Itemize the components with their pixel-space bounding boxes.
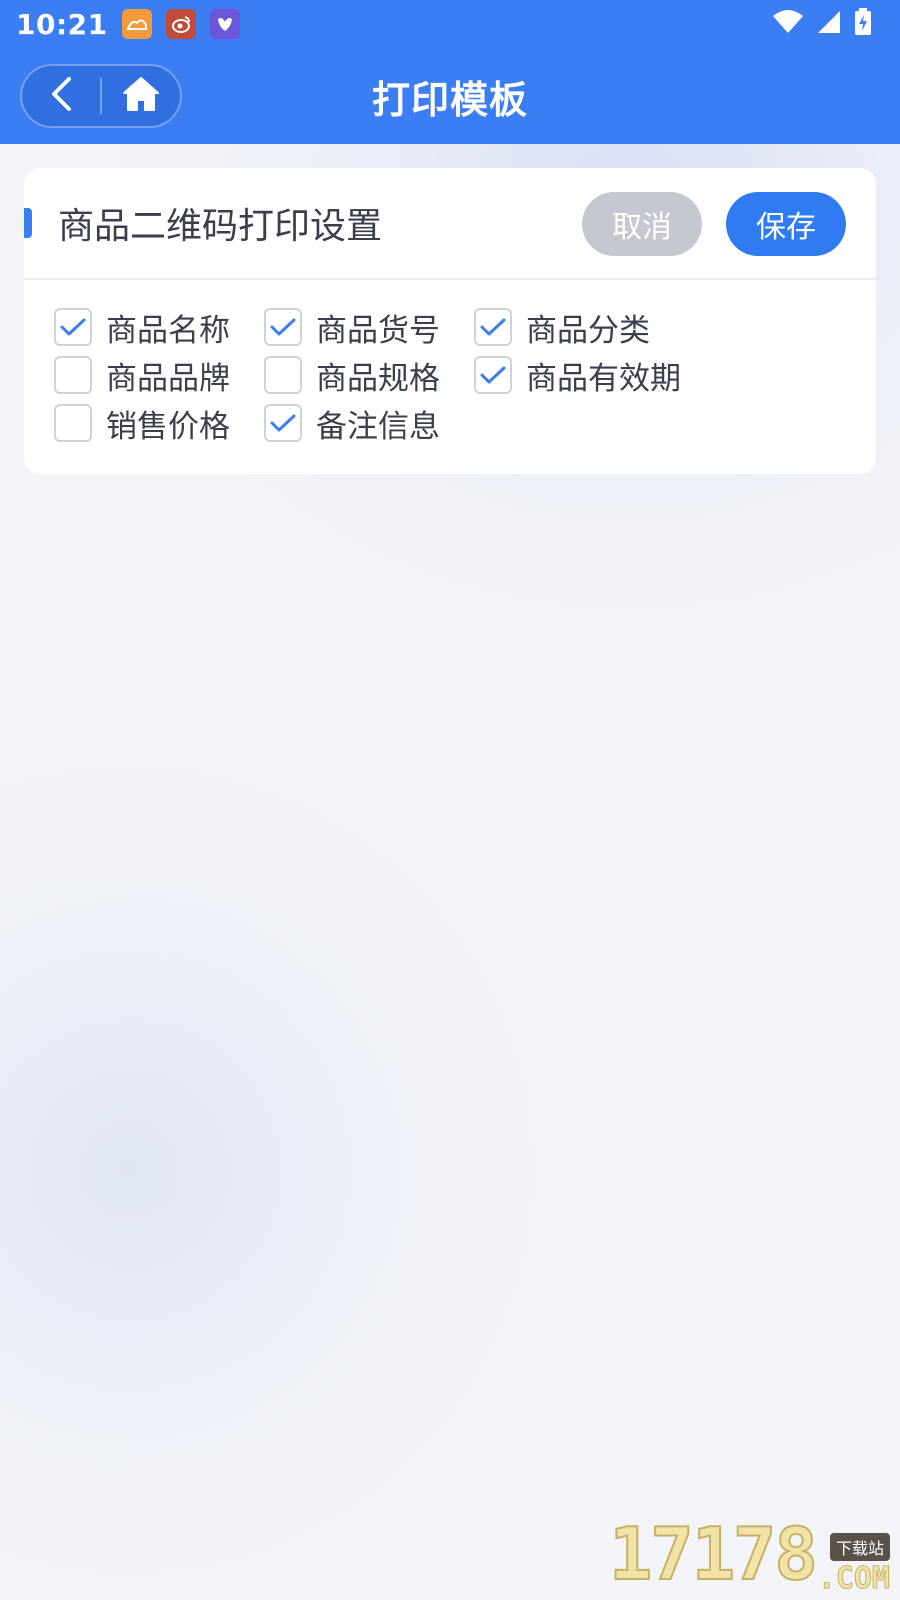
checkbox[interactable] — [264, 356, 302, 394]
checkbox[interactable] — [474, 308, 512, 346]
watermark-suffix: .COM — [817, 1561, 890, 1597]
watermark-tag: 下载站 — [829, 1533, 890, 1561]
weibo-icon — [165, 9, 196, 39]
option-label: 商品货号 — [316, 312, 440, 349]
option-label: 商品名称 — [106, 312, 230, 349]
option-item[interactable]: 备注信息 — [264, 404, 474, 445]
check-icon — [480, 318, 506, 336]
option-label: 商品有效期 — [526, 360, 681, 397]
option-label: 备注信息 — [316, 408, 440, 445]
title-accent-bar — [24, 208, 32, 238]
checkbox[interactable] — [54, 404, 92, 442]
notification-icons — [121, 9, 240, 39]
print-settings-card: 商品二维码打印设置 取消 保存 商品名称 商品货号 商品分类 商品品牌 商品规格… — [24, 168, 876, 474]
status-time: 10:21 — [16, 7, 108, 41]
nav-capsule — [20, 64, 182, 128]
check-icon — [60, 318, 86, 336]
card-header: 商品二维码打印设置 取消 保存 — [24, 168, 876, 280]
option-label: 商品规格 — [316, 360, 440, 397]
signal-icon — [816, 9, 842, 39]
check-icon — [480, 366, 506, 384]
watermark-number: 17178 — [608, 1511, 819, 1597]
home-icon — [122, 76, 160, 116]
title-bar: 打印模板 — [0, 48, 900, 144]
option-label: 销售价格 — [106, 408, 230, 445]
option-item[interactable]: 商品分类 — [474, 308, 714, 349]
checkbox[interactable] — [54, 356, 92, 394]
option-label: 商品分类 — [526, 312, 650, 349]
home-button[interactable] — [102, 66, 180, 126]
option-item[interactable]: 商品有效期 — [474, 356, 714, 397]
checkbox[interactable] — [264, 308, 302, 346]
system-icons — [772, 8, 872, 40]
battery-charging-icon — [854, 8, 872, 40]
check-icon — [270, 414, 296, 432]
option-item[interactable]: 销售价格 — [54, 404, 264, 445]
option-item[interactable]: 商品品牌 — [54, 356, 264, 397]
option-item[interactable]: 商品规格 — [264, 356, 474, 397]
checkbox[interactable] — [264, 404, 302, 442]
back-icon — [49, 76, 73, 116]
status-bar: 10:21 — [0, 0, 900, 48]
option-label: 商品品牌 — [106, 360, 230, 397]
checkbox[interactable] — [54, 308, 92, 346]
field-options: 商品名称 商品货号 商品分类 商品品牌 商品规格 商品有效期 销售价格 备注信息 — [54, 308, 714, 445]
back-button[interactable] — [22, 66, 100, 126]
pigeon-app-icon — [209, 9, 240, 39]
check-icon — [270, 318, 296, 336]
save-button[interactable]: 保存 — [726, 192, 846, 256]
option-item[interactable]: 商品货号 — [264, 308, 474, 349]
wifi-icon — [772, 9, 804, 39]
cancel-button[interactable]: 取消 — [582, 192, 702, 256]
option-item[interactable]: 商品名称 — [54, 308, 264, 349]
checkbox[interactable] — [474, 356, 512, 394]
card-title: 商品二维码打印设置 — [58, 206, 383, 247]
app-notification-icon — [121, 9, 152, 39]
site-watermark: 17178 下载站 .COM — [608, 1511, 891, 1597]
